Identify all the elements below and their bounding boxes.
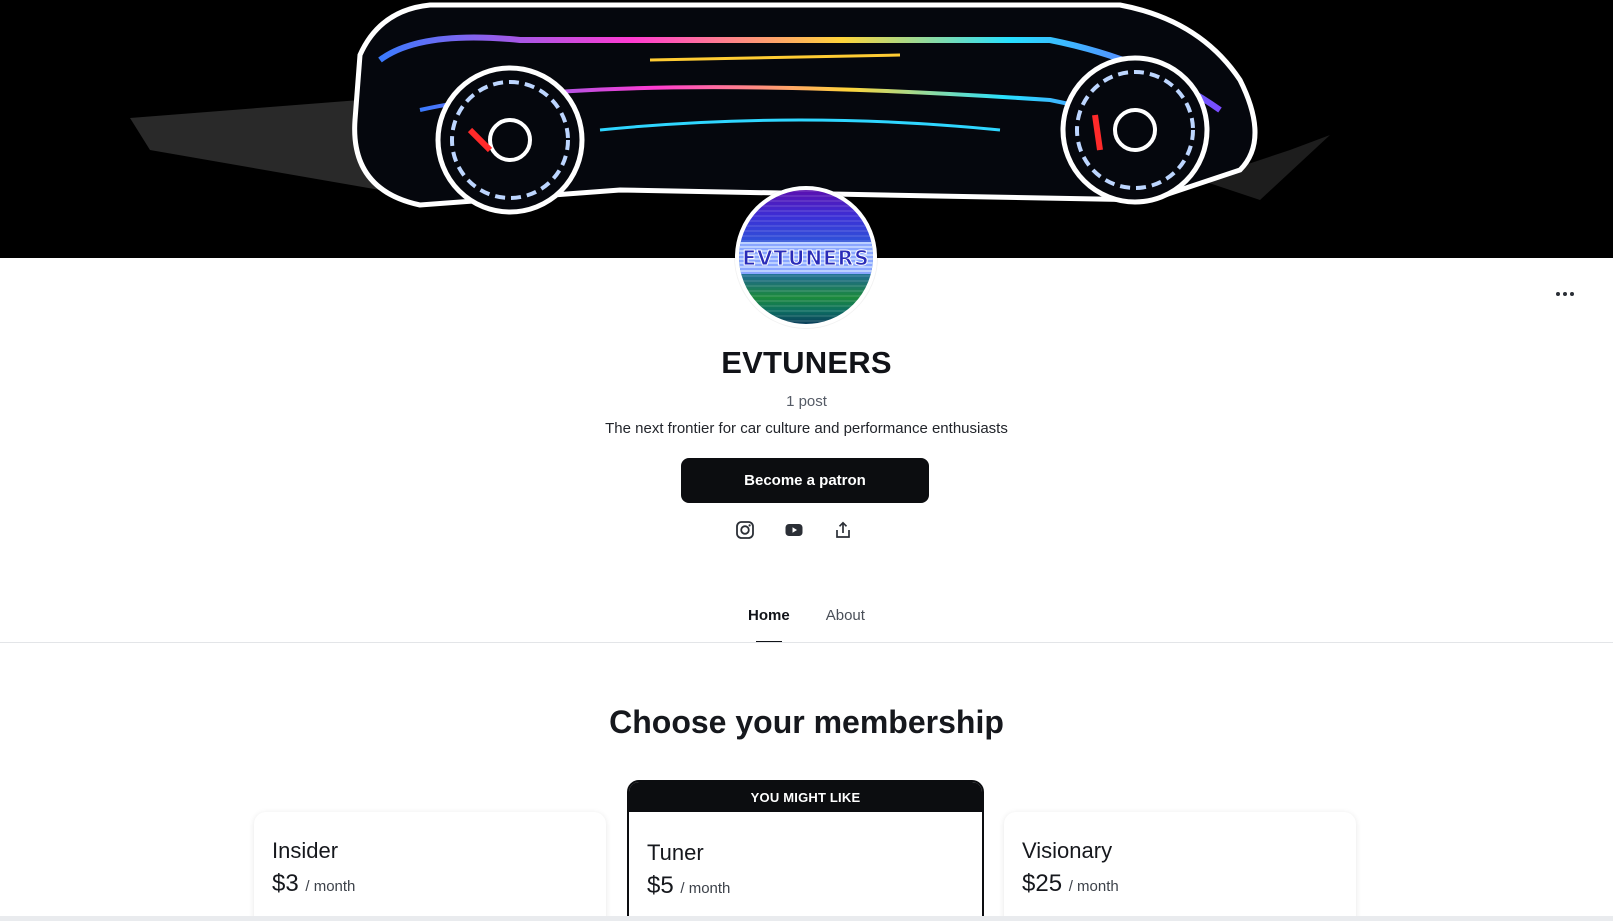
instagram-icon[interactable]	[735, 520, 755, 540]
tier-card-insider[interactable]: Insider $3 / month	[254, 812, 606, 921]
profile-tabs: Home About	[0, 607, 1613, 643]
tier-card-visionary[interactable]: Visionary $25 / month	[1004, 812, 1356, 921]
tab-about[interactable]: About	[826, 607, 865, 643]
avatar-logo-text: EVTUNERS	[739, 242, 873, 274]
tier-name: Insider	[272, 838, 339, 863]
tab-home[interactable]: Home	[748, 607, 790, 643]
tier-price-period: / month	[305, 878, 356, 895]
youtube-icon[interactable]	[784, 520, 804, 540]
become-patron-button[interactable]: Become a patron	[681, 458, 929, 503]
creator-avatar: EVTUNERS	[735, 186, 877, 328]
creator-page: EVTUNERS EVTUNERS 1 post The next fronti…	[0, 0, 1613, 921]
dot-icon	[1556, 292, 1560, 296]
post-count[interactable]: 1 post	[0, 393, 1613, 410]
featured-badge: YOU MIGHT LIKE	[629, 782, 982, 812]
dot-icon	[1570, 292, 1574, 296]
tier-price: $25 / month	[1022, 870, 1338, 898]
social-links	[735, 520, 853, 540]
membership-title: Choose your membership	[609, 704, 1004, 740]
tier-name: Visionary	[1022, 838, 1113, 863]
dot-icon	[1563, 292, 1567, 296]
creator-tagline: The next frontier for car culture and pe…	[605, 420, 1008, 437]
tier-price-amount: $3	[272, 870, 299, 897]
share-icon[interactable]	[833, 520, 853, 540]
tier-price-period: / month	[1068, 878, 1119, 895]
tier-price-period: / month	[680, 880, 731, 897]
tier-card-tuner[interactable]: YOU MIGHT LIKE Tuner $5 / month	[627, 780, 984, 921]
tier-price-amount: $25	[1022, 870, 1063, 897]
creator-name: EVTUNERS	[721, 345, 892, 380]
tier-name: Tuner	[647, 840, 704, 865]
tabs-divider	[0, 642, 1613, 643]
more-options-button[interactable]	[1548, 283, 1582, 305]
tier-price: $5 / month	[647, 872, 964, 900]
tier-price: $3 / month	[272, 870, 588, 898]
tier-price-amount: $5	[647, 872, 674, 899]
bottom-scroll-edge	[0, 916, 1613, 921]
